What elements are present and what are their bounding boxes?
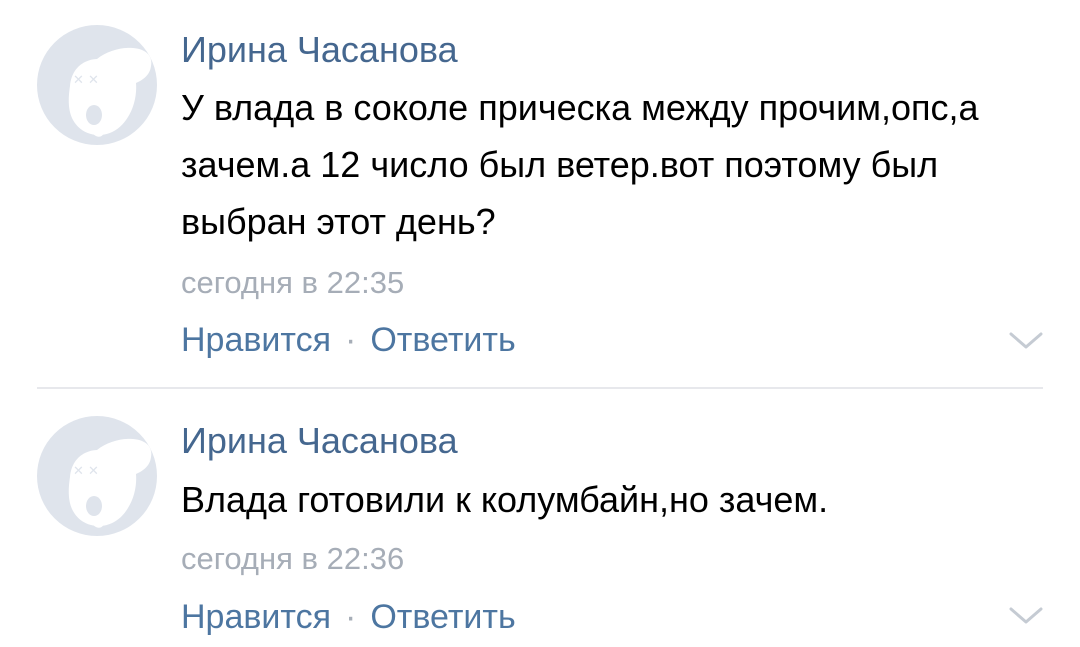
author-avatar[interactable]: ✕ ✕ xyxy=(37,416,157,536)
chevron-down-icon xyxy=(1009,332,1043,349)
comment-author[interactable]: Ирина Часанова xyxy=(181,28,458,72)
reply-button[interactable]: Ответить xyxy=(370,321,515,359)
action-separator: · xyxy=(345,598,357,636)
like-button[interactable]: Нравится xyxy=(181,321,331,359)
comment-actions: Нравится · Ответить xyxy=(181,595,516,639)
deactivated-dog-icon: ✕ ✕ xyxy=(68,47,152,137)
svg-text:✕ ✕: ✕ ✕ xyxy=(73,464,99,479)
comment-author[interactable]: Ирина Часанова xyxy=(181,419,458,463)
author-avatar[interactable]: ✕ ✕ xyxy=(37,25,157,145)
comment-text: У влада в соколе прическа между прочим,о… xyxy=(181,87,979,242)
action-separator: · xyxy=(345,321,357,359)
like-button[interactable]: Нравится xyxy=(181,598,331,636)
comment-item: ✕ ✕ Ирина Часанова Влада готовили к колу… xyxy=(0,389,1080,647)
comment-time: сегодня в 22:35 xyxy=(181,265,405,300)
comment-time: сегодня в 22:36 xyxy=(181,541,405,576)
chevron-down-icon xyxy=(1009,607,1043,624)
svg-text:✕ ✕: ✕ ✕ xyxy=(73,73,99,88)
deactivated-dog-icon: ✕ ✕ xyxy=(68,438,152,528)
comment-menu-button[interactable] xyxy=(1008,605,1044,627)
comment-item: ✕ ✕ Ирина Часанова У влада в соколе прич… xyxy=(0,0,1080,388)
reply-button[interactable]: Ответить xyxy=(370,598,515,636)
comment-text: Влада готовили к колумбайн,но зачем. xyxy=(181,479,829,520)
comment-actions: Нравится · Ответить xyxy=(181,318,516,362)
comment-menu-button[interactable] xyxy=(1008,330,1044,352)
